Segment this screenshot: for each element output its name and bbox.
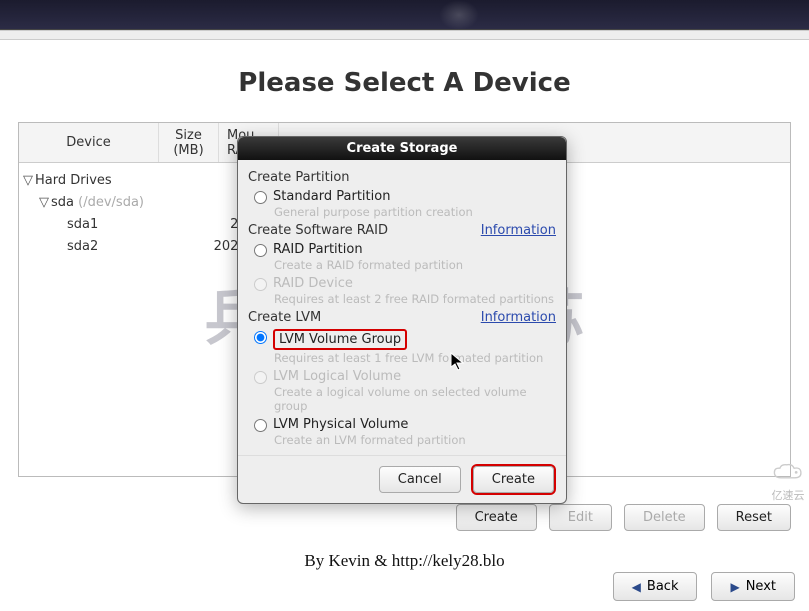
part-name: sda2	[67, 239, 207, 254]
footer-credit: By Kevin & http://kely28.blo	[0, 551, 809, 571]
arrow-right-icon: ▶	[730, 580, 739, 594]
cancel-button[interactable]: Cancel	[379, 466, 461, 493]
radio-raid-device	[254, 278, 267, 291]
hint-raid-dev: Requires at least 2 free RAID formated p…	[274, 292, 556, 306]
col-size[interactable]: Size (MB)	[159, 123, 219, 162]
radio-standard[interactable]	[254, 191, 267, 204]
expand-icon[interactable]: ▽	[39, 195, 49, 210]
create-storage-dialog: Create Storage Create Partition Standard…	[237, 136, 567, 504]
part-name: sda1	[67, 217, 207, 232]
main-action-bar: Create Edit Delete Reset	[18, 504, 791, 531]
nav-bar: ◀ Back ▶ Next	[613, 572, 795, 601]
tree-root-label: Hard Drives	[35, 173, 112, 188]
opt-raid-device: RAID Device	[254, 276, 556, 291]
disk-path: (/dev/sda)	[78, 195, 144, 210]
expand-icon[interactable]: ▽	[23, 173, 33, 188]
radio-raid-partition[interactable]	[254, 244, 267, 257]
edit-button[interactable]: Edit	[549, 504, 612, 531]
hint-lvm-pv: Create an LVM formated partition	[274, 433, 556, 447]
hint-lvm-vg: Requires at least 1 free LVM formated pa…	[274, 351, 556, 365]
opt-raid-partition[interactable]: RAID Partition	[254, 242, 556, 257]
opt-lvm-pv[interactable]: LVM Physical Volume	[254, 417, 556, 432]
section-lvm: Create LVM	[248, 310, 321, 325]
dialog-title: Create Storage	[238, 137, 566, 160]
opt-lvm-lv: LVM Logical Volume	[254, 369, 556, 384]
radio-lvm-vg[interactable]	[254, 331, 267, 344]
dialog-create-button[interactable]: Create	[473, 466, 554, 493]
hint-standard: General purpose partition creation	[274, 205, 556, 219]
hint-raid-part: Create a RAID formated partition	[274, 258, 556, 272]
info-link-raid[interactable]: Information	[481, 223, 556, 238]
brand-watermark: 亿速云	[771, 462, 805, 503]
page-title: Please Select A Device	[0, 40, 809, 122]
radio-lvm-pv[interactable]	[254, 419, 267, 432]
opt-standard-partition[interactable]: Standard Partition	[254, 189, 556, 204]
delete-button[interactable]: Delete	[624, 504, 705, 531]
section-partition: Create Partition	[248, 170, 350, 185]
section-raid: Create Software RAID	[248, 223, 388, 238]
next-button[interactable]: ▶ Next	[711, 572, 795, 601]
back-button[interactable]: ◀ Back	[613, 572, 698, 601]
arrow-left-icon: ◀	[632, 580, 641, 594]
header-strip	[0, 30, 809, 40]
window-titlebar	[0, 0, 809, 30]
dialog-actions: Cancel Create	[238, 455, 566, 503]
radio-lvm-lv	[254, 371, 267, 384]
reset-button[interactable]: Reset	[717, 504, 791, 531]
info-link-lvm[interactable]: Information	[481, 310, 556, 325]
opt-lvm-vg[interactable]: LVM Volume Group	[254, 329, 556, 350]
create-button[interactable]: Create	[456, 504, 537, 531]
hint-lvm-lv: Create a logical volume on selected volu…	[274, 385, 556, 413]
col-device[interactable]: Device	[19, 123, 159, 162]
disk-name: sda	[51, 195, 74, 210]
